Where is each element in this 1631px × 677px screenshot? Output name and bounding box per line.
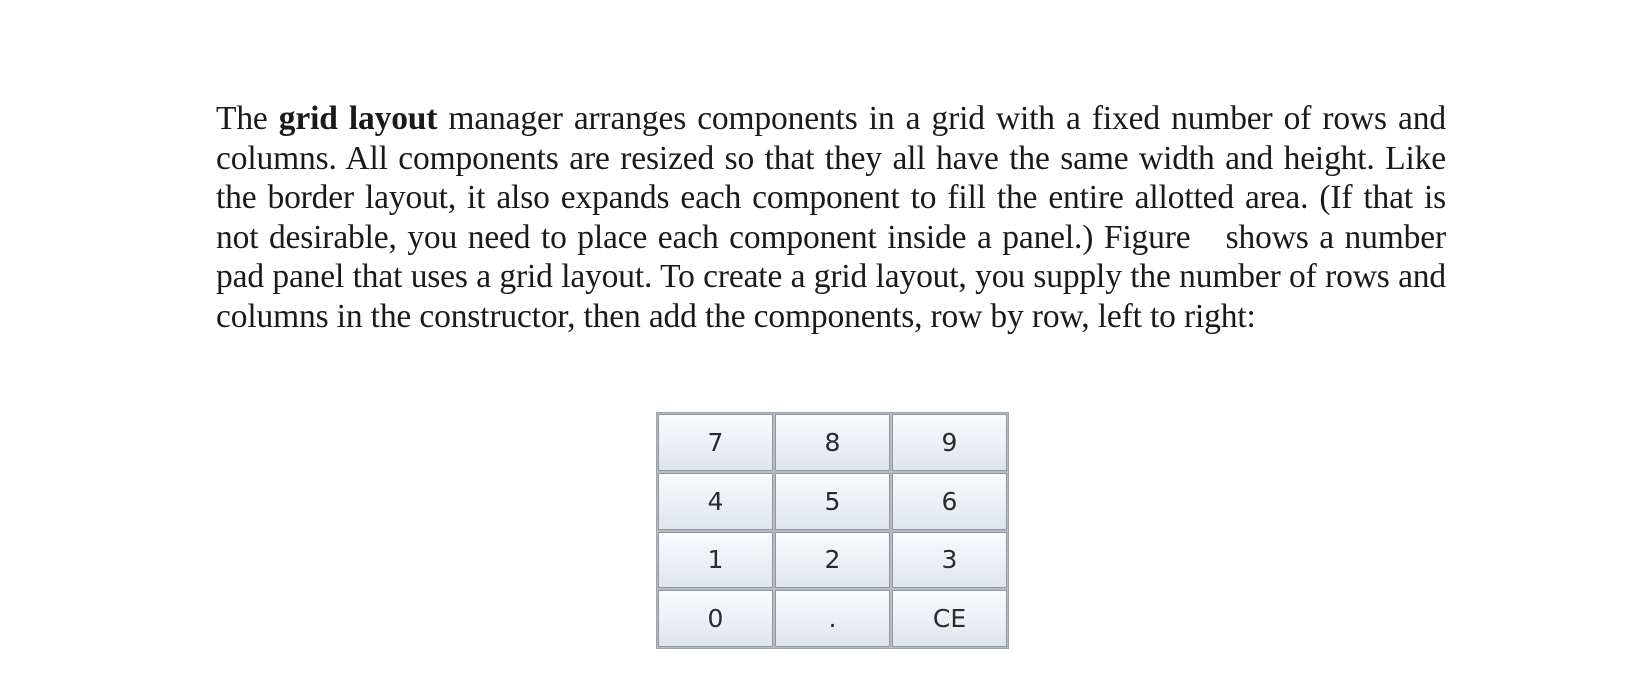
key-9[interactable]: 9 bbox=[892, 414, 1007, 471]
key-7[interactable]: 7 bbox=[658, 414, 773, 471]
grid-layout-term: grid layout bbox=[278, 100, 438, 137]
number-pad-panel: 7 8 9 4 5 6 1 2 3 0 . CE bbox=[656, 412, 1009, 649]
key-8[interactable]: 8 bbox=[775, 414, 890, 471]
body-paragraph: The grid layout manager arranges compone… bbox=[216, 99, 1446, 337]
key-clear-entry[interactable]: CE bbox=[892, 590, 1007, 647]
key-6[interactable]: 6 bbox=[892, 472, 1007, 530]
key-5[interactable]: 5 bbox=[775, 472, 890, 530]
key-3[interactable]: 3 bbox=[892, 531, 1007, 589]
key-0[interactable]: 0 bbox=[658, 590, 773, 647]
key-4[interactable]: 4 bbox=[658, 472, 773, 530]
paragraph-intro: The bbox=[216, 100, 279, 137]
key-decimal-point[interactable]: . bbox=[775, 590, 890, 647]
key-2[interactable]: 2 bbox=[775, 531, 890, 589]
key-1[interactable]: 1 bbox=[658, 531, 773, 589]
